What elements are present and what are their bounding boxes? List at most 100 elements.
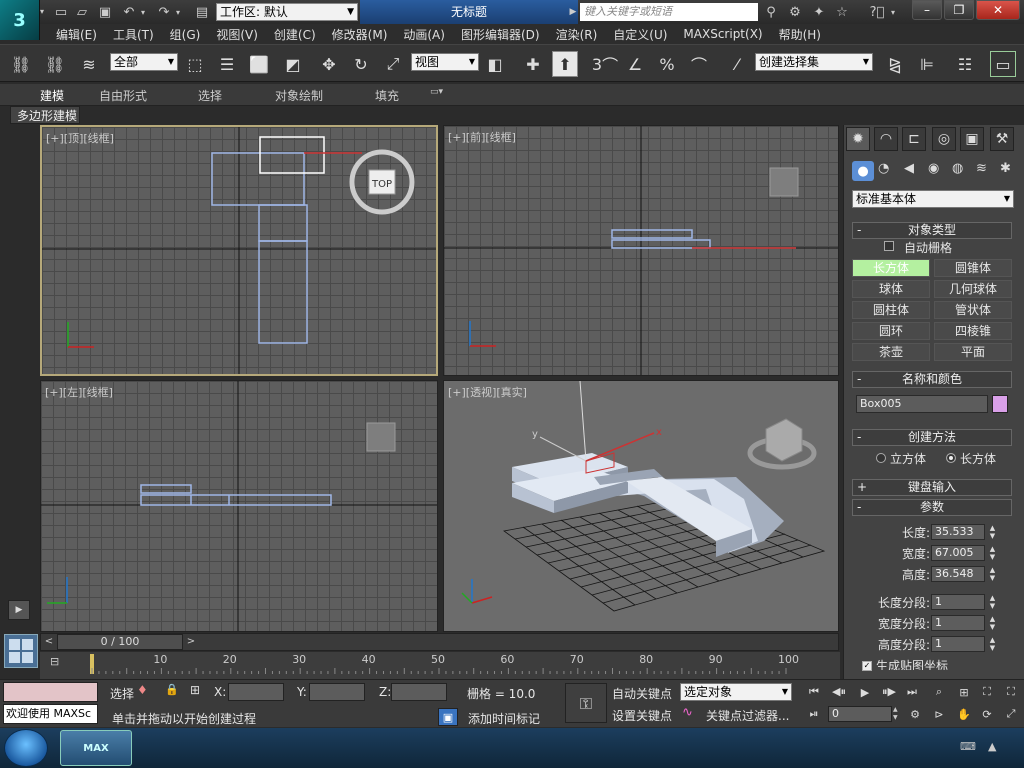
space-warps-icon[interactable]: ≋ — [976, 161, 996, 181]
maximize-viewport-icon[interactable]: ⤢ — [1002, 706, 1020, 722]
layer-manager-icon[interactable]: ☷ — [952, 51, 978, 77]
keyboard-shortcut-override-icon[interactable]: ⬆ — [552, 51, 578, 77]
search-input[interactable]: 键入关键字或短语 — [580, 3, 758, 21]
move-icon[interactable]: ✥ — [316, 51, 342, 77]
keyboard-entry-rollout[interactable]: + 键盘输入 — [852, 479, 1012, 496]
pyramid-button[interactable]: 四棱锥 — [934, 322, 1012, 340]
rotate-icon[interactable]: ↻ — [348, 51, 374, 77]
display-tab-icon[interactable]: ▣ — [960, 127, 984, 151]
time-config-icon[interactable]: ⚙ — [906, 706, 924, 722]
box-radio[interactable] — [946, 453, 956, 463]
goto-end-icon[interactable]: ⏭ — [903, 684, 921, 700]
select-manipulate-icon[interactable]: ✚ — [520, 51, 546, 77]
ribbon-tab-populate[interactable]: 填充 — [375, 87, 399, 104]
menu-animation[interactable]: 动画(A) — [395, 26, 453, 43]
menu-maxscript[interactable]: MAXScript(X) — [675, 27, 770, 41]
menu-help[interactable]: 帮助(H) — [771, 26, 829, 43]
create-tab-icon[interactable]: ✹ — [846, 127, 870, 151]
tube-button[interactable]: 管状体 — [934, 301, 1012, 319]
lights-icon[interactable]: ◀ — [904, 161, 924, 181]
minimize-button[interactable]: – — [912, 0, 942, 20]
align-icon[interactable]: ⊫ — [914, 51, 940, 77]
viewport-perspective[interactable]: [+][透视][真实] x y — [443, 380, 839, 632]
reference-coord-dropdown[interactable]: 视图 ▼ — [411, 53, 479, 71]
menu-group[interactable]: 组(G) — [162, 26, 209, 43]
bind-space-warp-icon[interactable]: ≋ — [76, 51, 102, 77]
x-coord-input[interactable] — [228, 683, 284, 701]
maxscript-listener-input[interactable]: 欢迎使用 MAXSc — [3, 704, 98, 724]
redo-icon[interactable]: ↷ — [155, 3, 173, 21]
maxscript-listener-top[interactable] — [3, 682, 98, 702]
current-frame-spinner-icon[interactable]: ▲ ▼ — [893, 706, 902, 722]
zoom-icon[interactable]: ⌕ — [930, 684, 948, 700]
named-selection-dropdown[interactable]: 创建选择集 ▼ — [755, 53, 873, 71]
window-crossing-icon[interactable]: ◩ — [280, 51, 306, 77]
expand-arrow-icon[interactable]: ▶ — [8, 600, 30, 620]
teapot-button[interactable]: 茶壶 — [852, 343, 930, 361]
mini-curve-editor-icon[interactable]: ⊟ — [50, 655, 72, 673]
name-color-rollout[interactable]: - 名称和颜色 — [852, 371, 1012, 388]
menu-modifiers[interactable]: 修改器(M) — [324, 26, 396, 43]
object-type-rollout[interactable]: - 对象类型 — [852, 222, 1012, 239]
viewport-layout-icon[interactable] — [4, 634, 38, 668]
plane-button[interactable]: 平面 — [934, 343, 1012, 361]
new-file-icon[interactable]: ▭ — [52, 3, 70, 21]
geosphere-button[interactable]: 几何球体 — [934, 280, 1012, 298]
unlink-icon[interactable]: ⛓ — [42, 51, 68, 77]
graphite-toggle-icon[interactable]: ▭ — [990, 51, 1016, 77]
helpers-icon[interactable]: ◍ — [952, 161, 972, 181]
edit-named-selection-icon[interactable]: ⁄ — [724, 51, 750, 77]
menu-customize[interactable]: 自定义(U) — [605, 26, 675, 43]
orbit-icon[interactable]: ⟳ — [978, 706, 996, 722]
ribbon-tab-freeform[interactable]: 自由形式 — [99, 87, 147, 104]
add-time-tag[interactable]: 添加时间标记 — [468, 710, 540, 727]
search-expand-icon[interactable]: ▶ — [568, 4, 578, 20]
menu-views[interactable]: 视图(V) — [208, 26, 266, 43]
windows-start-icon[interactable] — [4, 729, 48, 767]
selection-filter-dropdown[interactable]: 全部 ▼ — [110, 53, 178, 71]
viewport-top[interactable]: [+][顶][线框] TOP — [40, 125, 438, 376]
time-slider-thumb[interactable]: 0 / 100 — [57, 634, 183, 650]
app-logo-button[interactable]: 3 — [0, 0, 40, 40]
absolute-mode-icon[interactable]: ⊞ — [190, 683, 208, 701]
pan-icon[interactable]: ✋ — [955, 706, 973, 722]
ribbon-panel-label[interactable]: 多边形建模 — [10, 106, 80, 124]
close-button[interactable]: ✕ — [976, 0, 1020, 20]
length-spinner-icon[interactable]: ▲ ▼ — [987, 524, 998, 540]
tray-expand-icon[interactable]: ▲ — [988, 740, 1008, 756]
key-filters-button[interactable]: 关键点过滤器... — [706, 707, 789, 724]
select-by-name-icon[interactable]: ☰ — [214, 51, 240, 77]
width-spinner-icon[interactable]: ▲ ▼ — [987, 545, 998, 561]
prev-frame-icon[interactable]: < — [41, 634, 57, 650]
favorites-star-icon[interactable]: ☆ — [833, 3, 851, 21]
menu-create[interactable]: 创建(C) — [266, 26, 324, 43]
primitive-type-dropdown[interactable]: 标准基本体 ▼ — [852, 190, 1014, 208]
cube-radio[interactable] — [876, 453, 886, 463]
help-icon[interactable]: ?⃝ — [866, 3, 888, 21]
taskbar-3dsmax-button[interactable]: MAX — [60, 730, 132, 766]
binoculars-icon[interactable]: ⚲ — [762, 3, 780, 21]
height-input[interactable]: 36.548 — [931, 566, 985, 582]
autogrid-checkbox[interactable] — [884, 241, 894, 251]
zoom-extents-all-icon[interactable]: ⛶ — [1002, 684, 1020, 700]
z-coord-input[interactable] — [391, 683, 447, 701]
track-bar[interactable]: 10 20 30 40 50 60 70 80 90 100 — [40, 652, 840, 679]
workspace-dropdown[interactable]: 工作区: 默认 ▼ — [216, 3, 358, 21]
select-object-icon[interactable]: ⬚ — [182, 51, 208, 77]
motion-tab-icon[interactable]: ◎ — [932, 127, 956, 151]
set-key-icon[interactable]: ⚿ — [565, 683, 607, 723]
modify-tab-icon[interactable]: ◠ — [874, 127, 898, 151]
isolate-selection-icon[interactable]: ♦ — [137, 683, 153, 701]
logo-menu-arrow-icon[interactable]: ▾ — [40, 0, 50, 24]
menu-edit[interactable]: 编辑(E) — [48, 26, 105, 43]
shapes-icon[interactable]: ◔ — [878, 161, 898, 181]
maximize-button[interactable]: ❐ — [944, 0, 974, 20]
redo-dropdown-icon[interactable]: ▾ — [173, 3, 183, 21]
pivot-center-icon[interactable]: ◧ — [482, 51, 508, 77]
utilities-tab-icon[interactable]: ⚒ — [990, 127, 1014, 151]
select-link-icon[interactable]: ⛓ — [8, 51, 34, 77]
time-tag-icon[interactable]: ▣ — [438, 708, 458, 726]
y-coord-input[interactable] — [309, 683, 365, 701]
play-icon[interactable]: ▶ — [856, 684, 874, 700]
percent-snap-icon[interactable]: % — [654, 51, 680, 77]
